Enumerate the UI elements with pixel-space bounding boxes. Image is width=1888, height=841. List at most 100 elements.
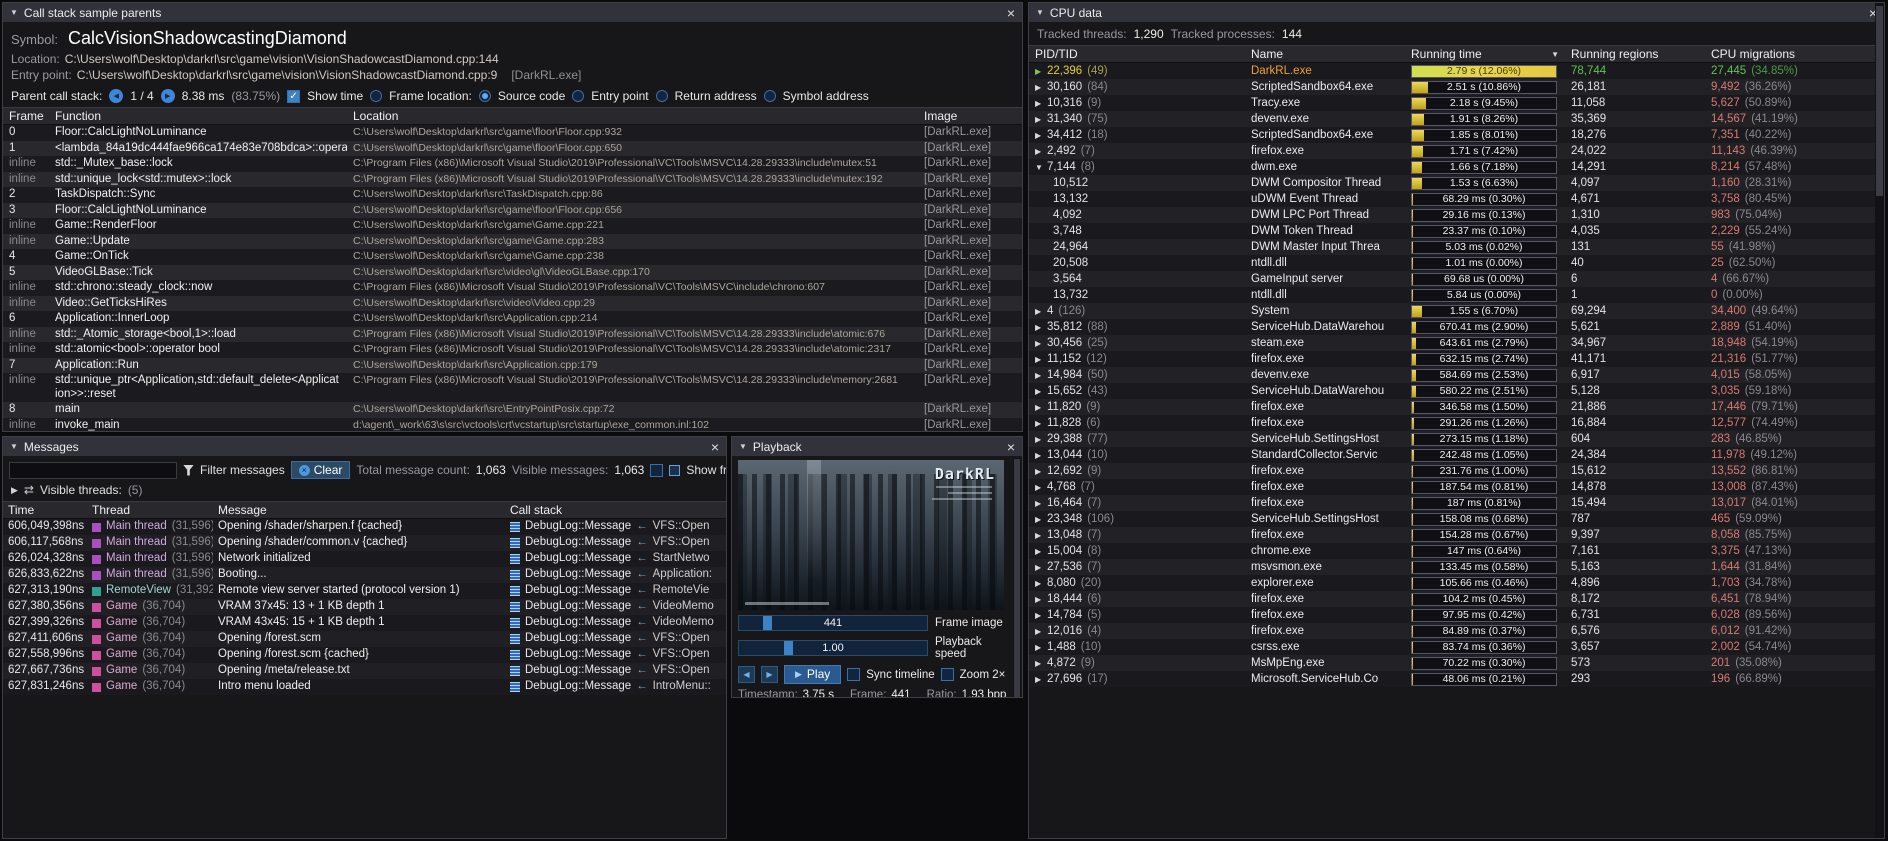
clear-button[interactable]: ×Clear: [291, 461, 351, 479]
expand-row-icon[interactable]: ▶: [1035, 131, 1047, 140]
column-header-cpu-migrations[interactable]: CPU migrations: [1705, 46, 1884, 62]
cpu-process-row[interactable]: ▶27,696(17)Microsoft.ServiceHub.Co48.06 …: [1029, 671, 1884, 687]
callstack-cell[interactable]: DebugLog::Message←VFS::Open: [505, 663, 726, 679]
callstack-row[interactable]: 8mainC:\Users\wolf\Desktop\darkrl\src\En…: [3, 402, 1022, 418]
expand-row-icon[interactable]: ▶: [1035, 67, 1047, 76]
callstack-row[interactable]: 4Game::OnTickC:\Users\wolf\Desktop\darkr…: [3, 249, 1022, 265]
prev-callstack-button[interactable]: ◀: [109, 89, 123, 103]
playback-scrollbar[interactable]: [1013, 458, 1021, 698]
expand-row-icon[interactable]: ▶: [1035, 611, 1047, 620]
cpu-process-row[interactable]: ▶12,016(4)firefox.exe84.89 ms (0.37%)6,5…: [1029, 623, 1884, 639]
callstack-row[interactable]: 2TaskDispatch::SyncC:\Users\wolf\Desktop…: [3, 187, 1022, 203]
expand-row-icon[interactable]: ▶: [1035, 675, 1047, 684]
expand-row-icon[interactable]: ▶: [1035, 435, 1047, 444]
callstack-cell[interactable]: DebugLog::Message←StartNetwo: [505, 551, 726, 567]
callstack-cell[interactable]: DebugLog::Message←VideoMemo: [505, 599, 726, 615]
show-time-checkbox[interactable]: ✓: [287, 90, 300, 103]
expand-row-icon[interactable]: ▶: [1035, 643, 1047, 652]
filter-input[interactable]: [9, 462, 177, 479]
play-button[interactable]: ▶Play: [784, 665, 841, 684]
cpu-process-row[interactable]: ▶14,784(5)firefox.exe97.95 ms (0.42%)6,7…: [1029, 607, 1884, 623]
message-row[interactable]: 627,380,356nsGame(36,704)VRAM 37x45: 13 …: [3, 599, 726, 615]
message-row[interactable]: 627,313,190nsRemoteView(31,392)Remote vi…: [3, 583, 726, 599]
cpu-process-row[interactable]: ▶34,412(18)ScriptedSandbox64.exe1.85 s (…: [1029, 127, 1884, 143]
callstack-row[interactable]: inlinestd::unique_lock<std::mutex>::lock…: [3, 172, 1022, 188]
close-icon[interactable]: ×: [1007, 6, 1015, 20]
callstack-row[interactable]: inlinestd::chrono::steady_clock::nowC:\P…: [3, 280, 1022, 296]
expand-row-icon[interactable]: ▶: [1035, 627, 1047, 636]
callstack-cell[interactable]: DebugLog::Message←VFS::Open: [505, 519, 726, 535]
cpu-process-row[interactable]: ▶8,080(20)explorer.exe105.66 ms (0.46%)4…: [1029, 575, 1884, 591]
callstack-row[interactable]: inlinestd::_Mutex_base::lockC:\Program F…: [3, 156, 1022, 172]
expand-row-icon[interactable]: ▶: [1035, 339, 1047, 348]
callstack-cell[interactable]: DebugLog::Message←RemoteVie: [505, 583, 726, 599]
return-address-radio[interactable]: [656, 90, 668, 102]
cpu-process-row[interactable]: ▶4(126)System1.55 s (6.70%)69,29434,400(…: [1029, 303, 1884, 319]
callstack-row[interactable]: 1<lambda_84a19dc444fae966ca174e83e708bdc…: [3, 141, 1022, 157]
cpu-process-row[interactable]: ▶16,464(7)firefox.exe187 ms (0.81%)15,49…: [1029, 495, 1884, 511]
callstack-row[interactable]: 6Application::InnerLoopC:\Users\wolf\Des…: [3, 311, 1022, 327]
message-row[interactable]: 606,117,568nsMain thread(31,596)Opening …: [3, 535, 726, 551]
expand-row-icon[interactable]: ▶: [1035, 515, 1047, 524]
cpu-process-row[interactable]: 4,092DWM LPC Port Thread29.16 ms (0.13%)…: [1029, 207, 1884, 223]
callstack-row[interactable]: 3Floor::CalcLightNoLuminanceC:\Users\wol…: [3, 203, 1022, 219]
cpu-process-row[interactable]: 13,732ntdll.dll5.84 us (0.00%)10(0.00%): [1029, 287, 1884, 303]
expand-row-icon[interactable]: ▶: [1035, 547, 1047, 556]
cpu-process-row[interactable]: ▶18,444(6)firefox.exe104.2 ms (0.45%)8,1…: [1029, 591, 1884, 607]
callstack-cell[interactable]: DebugLog::Message←VFS::Open: [505, 535, 726, 551]
cpu-process-row[interactable]: 13,132uDWM Event Thread68.29 ms (0.30%)4…: [1029, 191, 1884, 207]
cpu-process-row[interactable]: ▶11,152(12)firefox.exe632.15 ms (2.74%)4…: [1029, 351, 1884, 367]
callstack-row[interactable]: inlinestd::atomic<bool>::operator boolC:…: [3, 342, 1022, 358]
message-row[interactable]: 626,833,622nsMain thread(31,596)Booting.…: [3, 567, 726, 583]
cpu-process-row[interactable]: ▶14,984(50)devenv.exe584.69 ms (2.53%)6,…: [1029, 367, 1884, 383]
expand-row-icon[interactable]: ▶: [1035, 419, 1047, 428]
expand-row-icon[interactable]: ▶: [1035, 387, 1047, 396]
symbol-address-radio[interactable]: [764, 90, 776, 102]
collapse-icon[interactable]: ▼: [10, 8, 18, 17]
callstack-row[interactable]: inlineGame::UpdateC:\Users\wolf\Desktop\…: [3, 234, 1022, 250]
cpu-process-row[interactable]: ▶35,812(88)ServiceHub.DataWarehou670.41 …: [1029, 319, 1884, 335]
expand-row-icon[interactable]: ▶: [1035, 403, 1047, 412]
message-row[interactable]: 627,399,326nsGame(36,704)VRAM 43x45: 15 …: [3, 615, 726, 631]
expand-row-icon[interactable]: ▶: [1035, 579, 1047, 588]
frame-image-slider[interactable]: 441: [738, 615, 928, 631]
expand-row-icon[interactable]: ▶: [1035, 499, 1047, 508]
callstack-row[interactable]: 5VideoGLBase::TickC:\Users\wolf\Desktop\…: [3, 265, 1022, 281]
callstack-row[interactable]: 0Floor::CalcLightNoLuminanceC:\Users\wol…: [3, 125, 1022, 141]
cpu-process-row[interactable]: 24,964DWM Master Input Threa5.03 ms (0.0…: [1029, 239, 1884, 255]
cpu-process-row[interactable]: 3,564GameInput server69.68 us (0.00%)64(…: [1029, 271, 1884, 287]
callstack-row[interactable]: inlineVideo::GetTicksHiResC:\Users\wolf\…: [3, 296, 1022, 312]
cpu-process-row[interactable]: ▶11,820(9)firefox.exe346.58 ms (1.50%)21…: [1029, 399, 1884, 415]
scrollbar-thumb[interactable]: [1876, 6, 1883, 196]
cpu-process-row[interactable]: ▶31,340(75)devenv.exe1.91 s (8.26%)35,36…: [1029, 111, 1884, 127]
cpu-process-row[interactable]: ▶22,396(49)DarkRL.exe2.79 s (12.06%)78,7…: [1029, 63, 1884, 79]
expand-row-icon[interactable]: ▶: [1035, 595, 1047, 604]
callstack-row[interactable]: inlineGame::RenderFloorC:\Users\wolf\Des…: [3, 218, 1022, 234]
cpu-process-row[interactable]: ▼7,144(8)dwm.exe1.66 s (7.18%)14,2918,21…: [1029, 159, 1884, 175]
expand-row-icon[interactable]: ▶: [1035, 83, 1047, 92]
collapse-icon[interactable]: ▼: [10, 442, 18, 451]
callstack-cell[interactable]: DebugLog::Message←VFS::Open: [505, 631, 726, 647]
zoom-2x-checkbox[interactable]: [941, 668, 954, 681]
column-header-pid-tid[interactable]: PID/TID: [1029, 46, 1245, 62]
next-frame-button[interactable]: ▶: [761, 666, 778, 683]
cpu-process-row[interactable]: ▶23,348(106)ServiceHub.SettingsHost158.0…: [1029, 511, 1884, 527]
message-row[interactable]: 627,558,996nsGame(36,704)Opening /forest…: [3, 647, 726, 663]
close-icon[interactable]: ×: [711, 440, 719, 454]
expand-row-icon[interactable]: ▶: [1035, 99, 1047, 108]
callstack-row[interactable]: inlinestd::_Atomic_storage<bool,1>::load…: [3, 327, 1022, 343]
column-header-running-time[interactable]: Running time▼: [1405, 46, 1565, 62]
expand-row-icon[interactable]: ▶: [1035, 115, 1047, 124]
expand-row-icon[interactable]: ▶: [1035, 531, 1047, 540]
message-row[interactable]: 627,831,246nsGame(36,704)Intro menu load…: [3, 679, 726, 695]
cpu-process-row[interactable]: ▶10,316(9)Tracy.exe2.18 s (9.45%)11,0585…: [1029, 95, 1884, 111]
cpu-process-row[interactable]: ▶13,044(10)StandardCollector.Servic242.4…: [1029, 447, 1884, 463]
cpu-scrollbar[interactable]: [1875, 3, 1884, 838]
expand-row-icon[interactable]: ▶: [1035, 307, 1047, 316]
expand-row-icon[interactable]: ▶: [1035, 563, 1047, 572]
cpu-process-row[interactable]: ▶29,388(77)ServiceHub.SettingsHost273.15…: [1029, 431, 1884, 447]
cpu-process-row[interactable]: ▶30,160(84)ScriptedSandbox64.exe2.51 s (…: [1029, 79, 1884, 95]
prev-frame-button[interactable]: ◀: [738, 666, 755, 683]
column-header-running-regions[interactable]: Running regions: [1565, 46, 1705, 62]
message-row[interactable]: 627,411,606nsGame(36,704)Opening /forest…: [3, 631, 726, 647]
